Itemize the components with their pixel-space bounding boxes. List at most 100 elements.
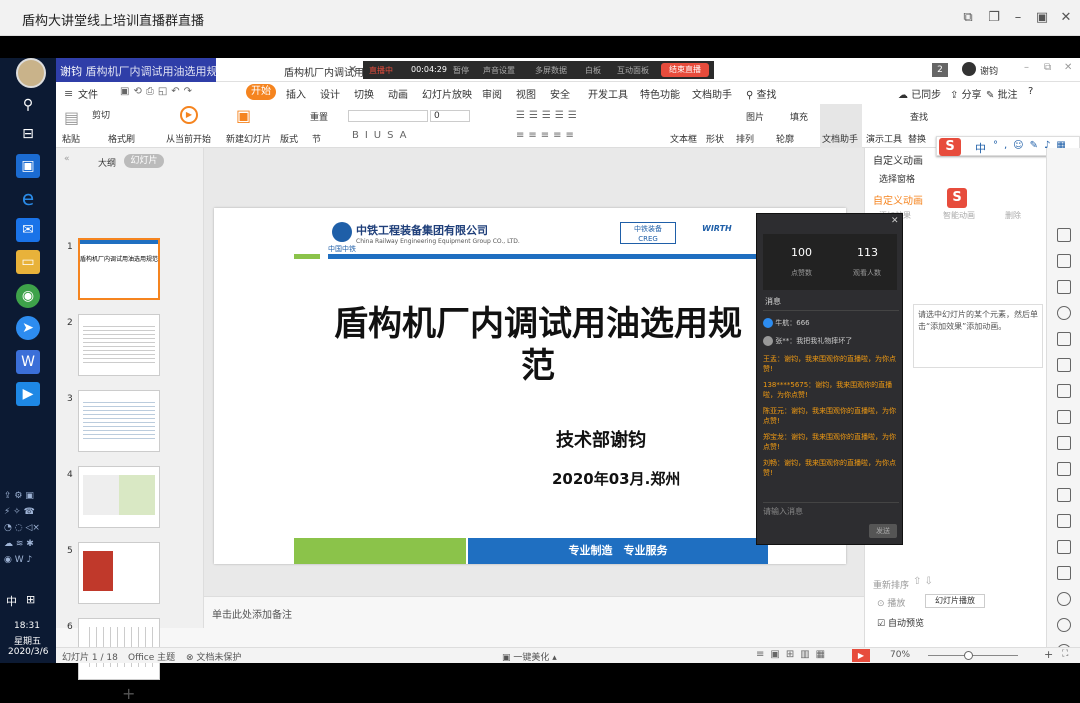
- slide-thumbnail-2[interactable]: [78, 314, 160, 376]
- picture-button[interactable]: 图片: [746, 110, 764, 123]
- font-style-icons[interactable]: BIUSA: [352, 130, 413, 141]
- chart-icon[interactable]: [1057, 410, 1071, 424]
- media-icon[interactable]: [1057, 540, 1071, 554]
- chat-close-icon[interactable]: ✕: [891, 216, 899, 226]
- paste-button[interactable]: 粘贴: [62, 132, 80, 145]
- ime-logo-icon[interactable]: S: [947, 188, 967, 208]
- menu-review[interactable]: 审阅: [482, 86, 502, 101]
- avatar[interactable]: [16, 58, 46, 88]
- font-size-select[interactable]: 0: [430, 110, 470, 122]
- fill-button[interactable]: 填充: [790, 110, 808, 123]
- user-avatar[interactable]: [962, 62, 976, 76]
- help-icon[interactable]: ?: [1028, 86, 1033, 97]
- delete-animation-button[interactable]: 删除: [1005, 210, 1021, 221]
- menu-insert[interactable]: 插入: [286, 86, 306, 101]
- collapse-icon[interactable]: «: [64, 154, 70, 164]
- backup-icon[interactable]: [1057, 514, 1071, 528]
- chat-input[interactable]: 请输入消息: [763, 506, 803, 517]
- find-button[interactable]: 查找: [910, 110, 928, 123]
- select-pane-button[interactable]: 选择窗格: [879, 172, 915, 185]
- edge-icon[interactable]: e: [16, 186, 40, 210]
- play-from-current-icon[interactable]: ▶: [180, 106, 198, 124]
- sync-status[interactable]: ☁ 已同步: [898, 86, 941, 101]
- play-button[interactable]: ⊙ 播放: [877, 596, 905, 609]
- reset-button[interactable]: 重置: [310, 110, 328, 123]
- share-icon[interactable]: [1057, 488, 1071, 502]
- align-icons[interactable]: ≡≡≡≡≡: [516, 130, 578, 141]
- menu-file[interactable]: 文件: [78, 86, 98, 101]
- live-app-icon[interactable]: ▶: [16, 382, 40, 406]
- tab-count-badge[interactable]: 2: [932, 63, 948, 77]
- app-close-button[interactable]: ✕: [1064, 62, 1072, 73]
- grid-icon[interactable]: [1057, 384, 1071, 398]
- paste-icon[interactable]: ▤: [64, 108, 79, 127]
- menu-design[interactable]: 设计: [320, 86, 340, 101]
- font-name-select[interactable]: [348, 110, 428, 122]
- zoom-slider-handle[interactable]: [964, 651, 973, 660]
- multiscreen-button[interactable]: 多屏数据: [535, 65, 567, 76]
- autopreview-checkbox[interactable]: ☑ 自动预览: [877, 616, 924, 629]
- paragraph-icons[interactable]: ☰☰☰☰☰: [516, 110, 581, 121]
- menu-animation[interactable]: 动画: [388, 86, 408, 101]
- property-icon[interactable]: [1057, 228, 1071, 242]
- zoom-level[interactable]: 70%: [890, 650, 910, 660]
- quick-access-icons[interactable]: ▣⟲⎙◱↶↷: [120, 86, 196, 97]
- doc-helper-button[interactable]: 文档助手: [822, 132, 858, 145]
- menu-special[interactable]: 特色功能: [640, 86, 680, 101]
- menu-start[interactable]: 开始: [246, 84, 276, 100]
- add-slide-button[interactable]: +: [122, 684, 135, 703]
- notes-area[interactable]: 单击此处添加备注: [204, 596, 864, 628]
- close-button[interactable]: ✕: [1056, 8, 1076, 28]
- animation-icon[interactable]: [1057, 280, 1071, 294]
- tab-outline[interactable]: 大纲: [98, 156, 116, 169]
- format-painter-button[interactable]: 格式刷: [108, 132, 135, 145]
- layout-button[interactable]: 版式: [280, 132, 298, 145]
- restore-small-icon[interactable]: ❐: [984, 8, 1004, 28]
- shape-button[interactable]: 形状: [706, 132, 724, 145]
- layers-icon[interactable]: [1057, 332, 1071, 346]
- shape-icon[interactable]: [1057, 254, 1071, 268]
- send-button[interactable]: 发送: [869, 524, 897, 538]
- wps-icon[interactable]: W: [16, 350, 40, 374]
- slide[interactable]: 中国中铁 中铁工程装备集团有限公司 China Railway Engineer…: [214, 208, 846, 564]
- smart-animation-button[interactable]: 智能动画: [943, 210, 975, 221]
- pause-button[interactable]: 暂停: [453, 65, 469, 76]
- interact-panel-button[interactable]: 互动面板: [617, 65, 649, 76]
- hamburger-icon[interactable]: ≡: [64, 87, 73, 100]
- task-view-icon[interactable]: ⊟: [16, 122, 40, 146]
- whiteboard-button[interactable]: 白板: [585, 65, 601, 76]
- share-button[interactable]: ⇪ 分享: [950, 86, 982, 101]
- pin-icon[interactable]: ⧉: [958, 8, 978, 28]
- slide-thumbnail-1[interactable]: 盾构机厂内调试用油选用规范: [78, 238, 160, 300]
- app-icon[interactable]: ➤: [16, 316, 40, 340]
- section-button[interactable]: 节: [312, 132, 321, 145]
- browser-icon[interactable]: ◉: [16, 284, 40, 308]
- replace-button[interactable]: 替换: [908, 132, 926, 145]
- demo-tool-button[interactable]: 演示工具: [866, 132, 902, 145]
- end-live-button[interactable]: 结束直播: [661, 63, 709, 77]
- menu-assistant[interactable]: 文档助手: [692, 86, 732, 101]
- minimize-button[interactable]: –: [1008, 8, 1028, 28]
- new-slide-button[interactable]: 新建幻灯片: [226, 132, 271, 145]
- menu-search[interactable]: ⚲ 查找: [746, 86, 777, 101]
- slide-thumbnail-4[interactable]: [78, 466, 160, 528]
- record-icon[interactable]: [1057, 592, 1071, 606]
- image-icon[interactable]: [1057, 462, 1071, 476]
- zoom-in-button[interactable]: +: [1044, 648, 1053, 661]
- play-slideshow-button[interactable]: ▶: [852, 649, 870, 662]
- location-icon[interactable]: [1057, 306, 1071, 320]
- slideshow-button[interactable]: 幻灯片播放: [925, 594, 985, 608]
- ime-language[interactable]: 中: [975, 140, 986, 156]
- table-icon[interactable]: [1057, 358, 1071, 372]
- play-from-current-button[interactable]: 从当前开始: [166, 132, 211, 145]
- view-mode-icons[interactable]: ≡▣⊞▥▦: [756, 649, 831, 660]
- slide-thumbnail-3[interactable]: [78, 390, 160, 452]
- fit-window-icon[interactable]: ⛶: [1062, 649, 1068, 659]
- tab-slides[interactable]: 幻灯片: [124, 154, 164, 168]
- reorder-arrows[interactable]: ⇧ ⇩: [913, 576, 933, 587]
- slide-thumbnail-5[interactable]: [78, 542, 160, 604]
- folder-icon[interactable]: ▭: [16, 250, 40, 274]
- menu-devtools[interactable]: 开发工具: [588, 86, 628, 101]
- history-icon[interactable]: [1057, 618, 1071, 632]
- store-icon[interactable]: ▣: [16, 154, 40, 178]
